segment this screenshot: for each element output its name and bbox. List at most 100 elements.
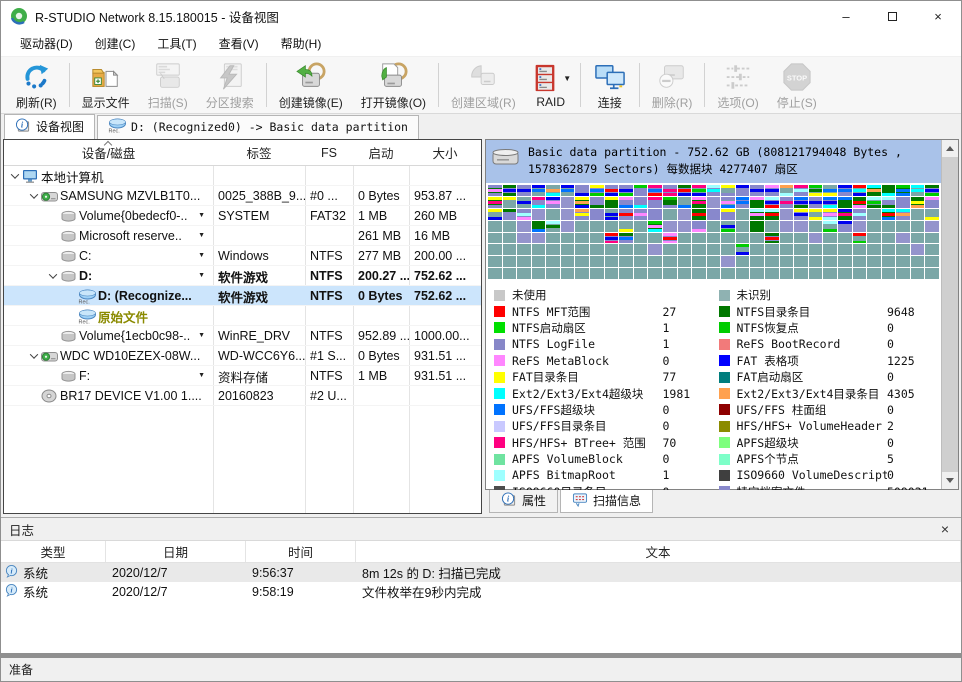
tree-column-header-0[interactable]: 设备/磁盘 (4, 140, 213, 165)
tree-row-9[interactable]: WDC WD10EZEX-08W...WD-WCC6Y6...#1 S...0 … (4, 346, 481, 366)
scrollbar-down-icon[interactable] (942, 472, 958, 489)
legend-label: FAT目录条目 (512, 369, 663, 385)
log-row-0[interactable]: i系统2020/12/79:56:378m 12s 的 D: 扫描已完成 (1, 563, 961, 582)
tree-row-10[interactable]: F:▼资料存储NTFS1 MB931.51 ... (4, 366, 481, 386)
row-dropdown-icon[interactable]: ▼ (198, 212, 205, 219)
row-dropdown-icon[interactable]: ▼ (198, 332, 205, 339)
scan-block (546, 221, 560, 232)
legend-swatch (719, 355, 730, 366)
scan-block (619, 185, 633, 196)
scan-block (663, 268, 677, 279)
scan-block (678, 256, 692, 267)
legend-count: 1 (663, 321, 715, 335)
view-tab-label: D: (Recognized0) -> Basic data partition (131, 120, 408, 134)
tree-row-11[interactable]: BR17 DEVICE V1.00 1....20160823#2 U... (4, 386, 481, 406)
tree-column-header-4[interactable]: 大小 (409, 140, 481, 165)
tree-row-2[interactable]: Volume{0bedecf0-..▼SYSTEMFAT321 MB260 MB (4, 206, 481, 226)
tree-cell-fs: NTFS (305, 369, 353, 383)
log-column-header-3[interactable]: 文本 (356, 541, 961, 562)
menu-item-3[interactable]: 查看(V) (208, 32, 270, 55)
expand-chevron-icon[interactable] (8, 173, 21, 179)
create-image-icon (294, 61, 328, 93)
scan-block (794, 256, 808, 267)
scan-block (503, 209, 517, 220)
menu-item-2[interactable]: 工具(T) (146, 32, 207, 55)
scan-block (488, 233, 502, 244)
tree-row-8[interactable]: Volume{1ecb0c98-..▼WinRE_DRVNTFS952.89 .… (4, 326, 481, 346)
sub-tab-0[interactable]: i属性 (489, 490, 558, 513)
scan-block (532, 197, 546, 208)
scan-block (823, 209, 837, 220)
log-row-1[interactable]: i系统2020/12/79:58:19文件枚举在9秒内完成 (1, 582, 961, 601)
toolbar-button-1[interactable]: 显示文件 (73, 59, 139, 112)
row-dropdown-icon[interactable]: ▼ (198, 372, 205, 379)
scan-block (590, 221, 604, 232)
tree-row-7[interactable]: Rec.原始文件 (4, 306, 481, 326)
menu-item-4[interactable]: 帮助(H) (270, 32, 333, 55)
sub-tab-label: 属性 (522, 492, 546, 509)
tree-row-4[interactable]: C:▼WindowsNTFS277 MB200.00 ... (4, 246, 481, 266)
legend-label: NTFS LogFile (512, 337, 663, 351)
sub-tab-1[interactable]: 扫描信息 (560, 490, 653, 513)
tree-column-header-2[interactable]: FS (305, 140, 353, 165)
scan-block (561, 233, 575, 244)
tree-row-5[interactable]: D:▼软件游戏NTFS200.27 ...752.62 ... (4, 266, 481, 286)
view-tab-0[interactable]: i设备视图 (4, 114, 95, 139)
legend-row-r-0: 未识别 (719, 287, 940, 303)
log-column-header-2[interactable]: 时间 (246, 541, 356, 562)
toolbar-button-label: 停止(S) (777, 94, 817, 111)
toolbar-button-8[interactable]: 连接 (584, 59, 636, 112)
tree-row-1[interactable]: SAMSUNG MZVLB1T0...0025_388B_9...#0 ...0… (4, 186, 481, 206)
sort-ascending-icon (105, 140, 111, 146)
log-column-header-0[interactable]: 类型 (1, 541, 106, 562)
scan-block (546, 185, 560, 196)
expand-chevron-icon[interactable] (27, 193, 40, 199)
scan-block (867, 185, 881, 196)
tree-row-0[interactable]: 本地计算机 (4, 166, 481, 186)
maximize-button[interactable] (869, 1, 915, 31)
legend-row-l-8: UFS/FFS目录条目0 (494, 418, 715, 434)
toolbar-button-label: 创建区域(R) (451, 94, 516, 111)
legend-row-l-7: UFS/FFS超级块0 (494, 402, 715, 418)
legend-row-r-6: Ext2/Ext3/Ext4目录条目4305 (719, 385, 940, 401)
scan-scrollbar[interactable] (941, 140, 958, 489)
tree-cell-start: 261 MB (353, 229, 409, 243)
legend-swatch (719, 404, 730, 415)
scan-block (561, 185, 575, 196)
log-column-header-1[interactable]: 日期 (106, 541, 246, 562)
toolbar-button-5[interactable]: 打开镜像(O) (352, 59, 435, 112)
scan-block (823, 233, 837, 244)
toolbar-button-7[interactable]: ▼RAID (525, 60, 577, 110)
chevron-down-icon[interactable]: ▼ (563, 74, 571, 83)
minimize-button[interactable]: – (823, 1, 869, 31)
toolbar-button-0[interactable]: 刷新(R) (7, 59, 66, 112)
menu-item-0[interactable]: 驱动器(D) (9, 32, 84, 55)
scrollbar-up-icon[interactable] (942, 140, 958, 157)
menu-item-1[interactable]: 创建(C) (84, 32, 147, 55)
scan-block (765, 268, 779, 279)
scan-block (765, 197, 779, 208)
scan-block (809, 244, 823, 255)
tree-column-header-1[interactable]: 标签 (213, 140, 305, 165)
scan-block (765, 209, 779, 220)
row-dropdown-icon[interactable]: ▼ (198, 252, 205, 259)
row-dropdown-icon[interactable]: ▼ (198, 272, 205, 279)
log-time: 9:58:19 (246, 585, 356, 599)
row-dropdown-icon[interactable]: ▼ (198, 232, 205, 239)
legend-count: 77 (663, 370, 715, 384)
legend-swatch (494, 372, 505, 383)
expand-chevron-icon[interactable] (46, 273, 59, 279)
toolbar-button-4[interactable]: 创建镜像(E) (270, 59, 352, 112)
tree-row-3[interactable]: Microsoft reserve..▼261 MB16 MB (4, 226, 481, 246)
close-button[interactable]: × (915, 1, 961, 31)
tree-row-6[interactable]: Rec.D: (Recognize...软件游戏NTFS0 Bytes752.6… (4, 286, 481, 306)
expand-chevron-icon[interactable] (27, 353, 40, 359)
scan-block (575, 209, 589, 220)
log-close-icon[interactable]: × (937, 521, 953, 537)
tree-column-header-3[interactable]: 启动 (353, 140, 409, 165)
view-tab-1[interactable]: Rec.D: (Recognized0) -> Basic data parti… (97, 115, 419, 139)
scan-block (517, 256, 531, 267)
scan-block (678, 233, 692, 244)
partition-icon (59, 230, 77, 243)
scan-block (692, 209, 706, 220)
